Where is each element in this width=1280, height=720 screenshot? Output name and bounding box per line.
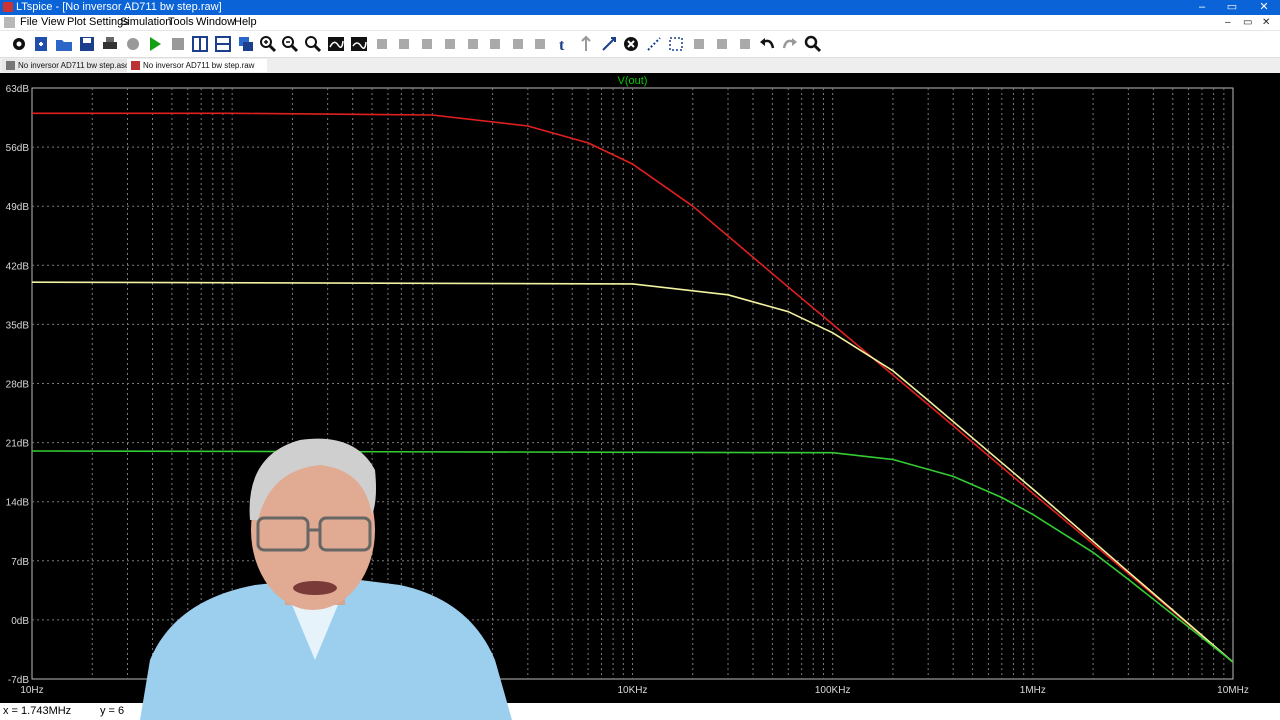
y-tick-label: 49dB (6, 202, 30, 213)
y-tick-label: 42dB (6, 261, 30, 272)
menu-bar: File View Plot Settings Simulation Tools… (0, 15, 1280, 31)
cursor-x-readout: x = 1.743MHz (3, 705, 72, 717)
find-icon[interactable] (803, 34, 823, 54)
inductor-icon[interactable] (485, 34, 505, 54)
tab-bar: No inversor AD711 bw step.asc No inverso… (0, 58, 1280, 73)
x-tick-label: 1MHz (1020, 685, 1046, 696)
capacitor-icon[interactable] (463, 34, 483, 54)
menu-window[interactable]: Window (196, 15, 235, 30)
print-icon[interactable] (100, 34, 120, 54)
waveform-tab-icon (131, 61, 140, 70)
run-icon[interactable] (145, 34, 165, 54)
duplicate-icon[interactable] (644, 34, 664, 54)
new-schematic-icon[interactable] (31, 34, 51, 54)
tile-horizontal-icon[interactable] (213, 34, 233, 54)
paste-icon[interactable] (735, 34, 755, 54)
y-tick-label: 0dB (11, 616, 29, 627)
mdi-close-button[interactable]: ✕ (1262, 15, 1270, 30)
y-tick-label: 14dB (6, 498, 30, 509)
resistor-icon[interactable] (440, 34, 460, 54)
undo-icon[interactable] (757, 34, 777, 54)
waveform-doc-icon[interactable] (4, 17, 15, 28)
text-icon[interactable] (576, 34, 596, 54)
y-tick-label: 21dB (6, 439, 30, 450)
y-tick-label: 56dB (6, 143, 30, 154)
y-tick-label: 7dB (11, 557, 29, 568)
y-tick-label: 28dB (6, 380, 30, 391)
x-tick-label: 10MHz (1217, 685, 1249, 696)
toolbar: t (0, 31, 1280, 58)
menu-simulation[interactable]: Simulation (120, 15, 171, 30)
cursor-y-readout: y = 6 (100, 705, 125, 717)
status-bar: x = 1.743MHz y = 6 (0, 703, 1280, 720)
menu-file[interactable]: File (20, 15, 38, 30)
tab-schematic-label: No inversor AD711 bw step.asc (18, 61, 130, 70)
trace-line-3 (31, 450, 1234, 663)
minimize-button[interactable]: – (1187, 0, 1217, 15)
delete-icon[interactable] (621, 34, 641, 54)
label-icon[interactable] (417, 34, 437, 54)
ltspice-app-icon (3, 2, 13, 12)
menu-view[interactable]: View (41, 15, 65, 30)
zoom-out-icon[interactable] (280, 34, 300, 54)
tile-vertical-icon[interactable] (190, 34, 210, 54)
waveform-plot[interactable]: 63dB 56dB 49dB 42dB 35dB 28dB 21dB 14dB 7dB 0dB -7… (0, 73, 1280, 703)
tab-schematic[interactable]: No inversor AD711 bw step.asc (2, 59, 142, 72)
halt-icon[interactable] (168, 34, 188, 54)
autorange-icon[interactable] (326, 34, 346, 54)
delete-trace-icon[interactable] (349, 34, 369, 54)
y-tick-label: 35dB (6, 320, 30, 331)
gear-icon[interactable] (9, 34, 29, 54)
close-window-button[interactable]: ✕ (1249, 0, 1279, 15)
x-tick-label: 10Hz (20, 685, 43, 696)
svg-text:t: t (559, 37, 565, 54)
x-tick-label: 10KHz (617, 685, 647, 696)
mdi-minimize-button[interactable]: – (1225, 15, 1231, 30)
zoom-in-icon[interactable] (258, 34, 278, 54)
mdi-restore-button[interactable]: ▭ (1243, 15, 1252, 30)
zoom-fit-icon[interactable] (303, 34, 323, 54)
diode-icon[interactable] (508, 34, 528, 54)
trace-label-vout: V(out) (618, 75, 648, 87)
component-icon[interactable] (530, 34, 550, 54)
window-title: LTspice - [No inversor AD711 bw step.raw… (16, 1, 222, 13)
x-tick-label: 100KHz (815, 685, 851, 696)
rotate-icon[interactable] (689, 34, 709, 54)
tab-waveform-label: No inversor AD711 bw step.raw (143, 61, 255, 70)
mirror-icon[interactable] (712, 34, 732, 54)
control-panel-icon[interactable] (123, 34, 143, 54)
y-tick-label: 63dB (6, 84, 30, 95)
schematic-tab-icon (6, 61, 15, 70)
maximize-button[interactable]: ▭ (1217, 0, 1247, 15)
redo-icon[interactable] (780, 34, 800, 54)
menu-help[interactable]: Help (234, 15, 257, 30)
tab-waveform[interactable]: No inversor AD711 bw step.raw (127, 59, 267, 72)
move-icon[interactable] (599, 34, 619, 54)
wire-icon[interactable] (372, 34, 392, 54)
ground-icon[interactable] (394, 34, 414, 54)
spice-directive-icon[interactable]: t (553, 34, 573, 54)
title-bar: LTspice - [No inversor AD711 bw step.raw… (0, 0, 1280, 15)
menu-tools[interactable]: Tools (168, 15, 194, 30)
bode-plot-chart[interactable]: 63dB56dB49dB42dB35dB28dB21dB14dB7dB0dB-7… (0, 73, 1280, 703)
drag-icon[interactable] (666, 34, 686, 54)
cascade-icon[interactable] (236, 34, 256, 54)
open-folder-icon[interactable] (54, 34, 74, 54)
save-icon[interactable] (77, 34, 97, 54)
